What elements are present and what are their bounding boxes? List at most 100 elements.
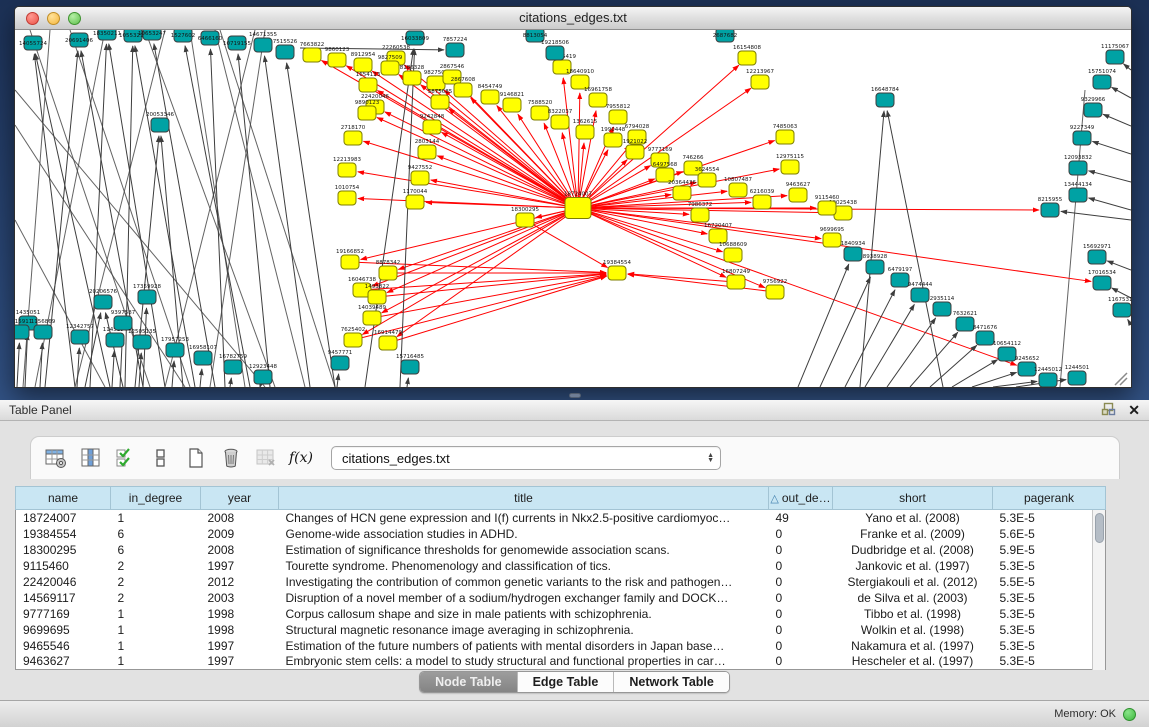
graph-node[interactable]: 1362615 — [573, 119, 598, 139]
column-header-out_de[interactable]: △out_de… — [769, 487, 833, 510]
cell[interactable]: 2008 — [201, 542, 279, 558]
column-header-title[interactable]: title — [279, 487, 769, 510]
cell[interactable]: Dudbridge et al. (2008) — [833, 542, 993, 558]
new-table-icon[interactable] — [185, 447, 207, 469]
graph-node[interactable]: 1170044 — [403, 189, 428, 209]
table-row[interactable]: 2242004622012Investigating the contribut… — [16, 574, 1106, 590]
table-row[interactable]: 1830029562008Estimation of significance … — [16, 542, 1106, 558]
graph-node[interactable]: 1156869 — [31, 319, 56, 339]
cell[interactable]: 1997 — [201, 638, 279, 654]
cell[interactable]: 19384554 — [16, 526, 111, 542]
cell[interactable]: 5.3E-5 — [993, 558, 1106, 574]
graph-node[interactable]: 6466160 — [198, 31, 223, 45]
graph-node[interactable]: 9242848 — [420, 114, 445, 134]
table-scrollbar[interactable] — [1092, 510, 1105, 670]
cell[interactable]: 5.9E-5 — [993, 542, 1106, 558]
graph-node[interactable]: 8186328 — [400, 65, 425, 85]
cell[interactable]: Corpus callosum shape and size in male p… — [279, 606, 769, 622]
graph-node[interactable]: 7625402 — [341, 327, 366, 347]
delete-column-icon[interactable] — [255, 447, 277, 469]
graph-node[interactable]: 9756922 — [763, 279, 788, 299]
network-canvas[interactable]: 1872400719384554183002952226053898275098… — [15, 30, 1131, 387]
cell[interactable]: Tibbo et al. (1998) — [833, 606, 993, 622]
cell[interactable]: 5.3E-5 — [993, 510, 1106, 526]
cell[interactable]: 9115460 — [16, 558, 111, 574]
cell[interactable]: 9463627 — [16, 654, 111, 670]
row-height-icon[interactable] — [150, 447, 172, 469]
table-settings-icon[interactable] — [45, 447, 67, 469]
cell[interactable]: 0 — [769, 654, 833, 670]
close-button[interactable] — [26, 12, 39, 25]
graph-node[interactable]: 7663822 — [300, 42, 325, 62]
cell[interactable]: 0 — [769, 638, 833, 654]
graph-node[interactable]: 9457771 — [328, 350, 353, 370]
graph-node[interactable]: 7955812 — [606, 104, 631, 124]
table-row[interactable]: 977716911998Corpus callosum shape and si… — [16, 606, 1106, 622]
graph-node[interactable]: 9146821 — [500, 92, 525, 112]
cell[interactable]: 9465546 — [16, 638, 111, 654]
graph-node[interactable]: 2718170 — [341, 125, 366, 145]
graph-node[interactable]: 6497568 — [653, 162, 678, 182]
tab-node-table[interactable]: Node Table — [420, 672, 516, 692]
delete-table-icon[interactable] — [220, 447, 242, 469]
table-selector-dropdown[interactable]: citations_edges.txt ▲▼ — [331, 446, 721, 470]
graph-node[interactable]: 2867608 — [451, 77, 476, 97]
cell[interactable]: 1 — [111, 510, 201, 526]
tab-network-table[interactable]: Network Table — [613, 672, 729, 692]
cell[interactable]: 0 — [769, 606, 833, 622]
graph-node[interactable]: 9227349 — [1070, 125, 1095, 145]
graph-node[interactable]: 9329966 — [1081, 97, 1106, 117]
minimize-button[interactable] — [47, 12, 60, 25]
cell[interactable]: Changes of HCN gene expression and I(f) … — [279, 510, 769, 526]
graph-node[interactable]: 7485063 — [773, 124, 798, 144]
cell[interactable]: 1 — [111, 622, 201, 638]
graph-node[interactable]: 1527602 — [171, 30, 196, 42]
cell[interactable]: Nakamura et al. (1997) — [833, 638, 993, 654]
cell[interactable]: 5.3E-5 — [993, 654, 1106, 670]
cell[interactable]: 2012 — [201, 574, 279, 590]
graph-node[interactable]: 7515526 — [273, 39, 298, 59]
row-selection-icon[interactable] — [115, 447, 137, 469]
column-header-name[interactable]: name — [16, 487, 111, 510]
cell[interactable]: 5.5E-5 — [993, 574, 1106, 590]
cell[interactable]: Wolkin et al. (1998) — [833, 622, 993, 638]
cell[interactable]: Jankovic et al. (1997) — [833, 558, 993, 574]
graph-node[interactable]: 2687682 — [713, 30, 738, 42]
graph-node[interactable]: 9463627 — [786, 182, 811, 202]
cell[interactable]: Franke et al. (2009) — [833, 526, 993, 542]
table-row[interactable]: 911546021997Tourette syndrome. Phenomeno… — [16, 558, 1106, 574]
cell[interactable]: 2 — [111, 558, 201, 574]
graph-node[interactable]: 8878342 — [376, 260, 401, 280]
graph-node[interactable]: 7857224 — [443, 37, 468, 57]
graph-node[interactable]: 1654123 — [356, 72, 381, 92]
cell[interactable]: Estimation of the future numbers of pati… — [279, 638, 769, 654]
cell[interactable]: 2008 — [201, 510, 279, 526]
table-row[interactable]: 1872400712008Changes of HCN gene express… — [16, 510, 1106, 526]
graph-node[interactable]: 1921022 — [623, 139, 648, 159]
cell[interactable]: 5.3E-5 — [993, 590, 1106, 606]
column-header-short[interactable]: short — [833, 487, 993, 510]
network-view-window[interactable]: citations_edges.txt 18724007193845541830… — [14, 6, 1132, 388]
cell[interactable]: 0 — [769, 590, 833, 606]
table-scrollbar-thumb[interactable] — [1095, 513, 1104, 543]
window-titlebar[interactable]: citations_edges.txt — [15, 7, 1131, 30]
graph-node[interactable]: 2803144 — [415, 139, 440, 159]
graph-node[interactable]: 1010754 — [335, 185, 360, 205]
graph-node[interactable]: 9890123 — [355, 100, 380, 120]
graph-node[interactable]: 9245652 — [1015, 356, 1040, 376]
graph-node[interactable]: 18724007 — [564, 192, 592, 219]
zoom-button[interactable] — [68, 12, 81, 25]
panel-resize-handle[interactable] — [569, 393, 581, 398]
column-header-year[interactable]: year — [201, 487, 279, 510]
graph-node[interactable]: 9427552 — [408, 165, 433, 185]
cell[interactable]: 0 — [769, 558, 833, 574]
table-row[interactable]: 1938455462009Genome-wide association stu… — [16, 526, 1106, 542]
cell[interactable]: 49 — [769, 510, 833, 526]
table-row[interactable]: 969969511998Structural magnetic resonanc… — [16, 622, 1106, 638]
graph-node[interactable]: 6216039 — [750, 189, 775, 209]
graph-node[interactable]: 8938928 — [863, 254, 888, 274]
cell[interactable]: Disruption of a novel member of a sodium… — [279, 590, 769, 606]
cell[interactable]: 0 — [769, 526, 833, 542]
close-panel-icon[interactable]: ✕ — [1128, 403, 1140, 417]
cell[interactable]: 1 — [111, 606, 201, 622]
